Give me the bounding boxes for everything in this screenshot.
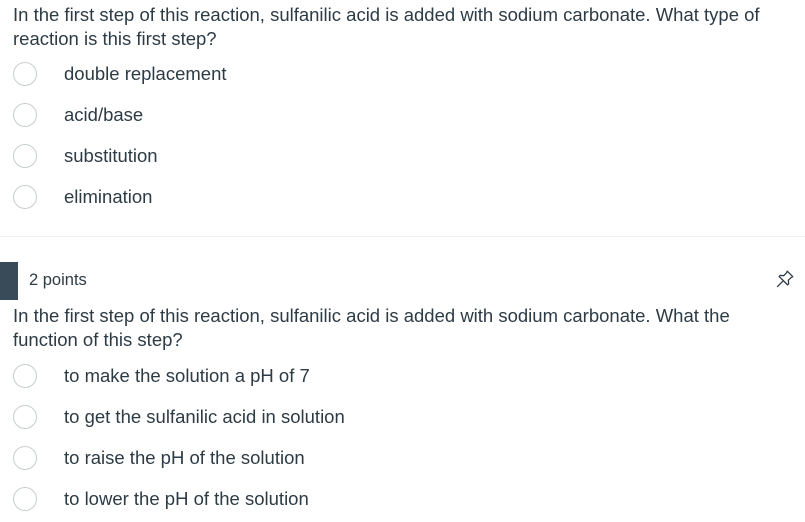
answer-label: to lower the pH of the solution bbox=[64, 488, 309, 509]
radio-button[interactable] bbox=[13, 446, 37, 470]
answer-label: acid/base bbox=[64, 104, 144, 125]
answer-option[interactable]: to get the sulfanilic acid in solution bbox=[13, 403, 345, 431]
radio-button[interactable] bbox=[13, 185, 37, 209]
answer-option[interactable]: elimination bbox=[13, 183, 152, 211]
radio-button[interactable] bbox=[13, 62, 37, 86]
question-header-marker bbox=[0, 262, 18, 300]
pin-icon[interactable] bbox=[774, 268, 796, 290]
question-text: In the first step of this reaction, sulf… bbox=[13, 305, 730, 350]
answer-label: elimination bbox=[64, 186, 153, 207]
radio-button[interactable] bbox=[13, 144, 37, 168]
answer-option[interactable]: to raise the pH of the solution bbox=[13, 444, 305, 472]
question-divider bbox=[0, 236, 805, 237]
answer-label: substitution bbox=[64, 145, 158, 166]
radio-button[interactable] bbox=[13, 103, 37, 127]
radio-button[interactable] bbox=[13, 405, 37, 429]
answer-option[interactable]: to lower the pH of the solution bbox=[13, 485, 309, 513]
answer-label: to get the sulfanilic acid in solution bbox=[64, 406, 345, 427]
answer-option[interactable]: double replacement bbox=[13, 60, 227, 88]
radio-button[interactable] bbox=[13, 487, 37, 511]
answer-option[interactable]: acid/base bbox=[13, 101, 143, 129]
answer-option[interactable]: substitution bbox=[13, 142, 158, 170]
answer-option[interactable]: to make the solution a pH of 7 bbox=[13, 362, 310, 390]
answer-label: double replacement bbox=[64, 63, 227, 84]
answer-label: to raise the pH of the solution bbox=[64, 447, 305, 468]
radio-button[interactable] bbox=[13, 364, 37, 388]
question-text: In the first step of this reaction, sulf… bbox=[13, 4, 760, 49]
answer-label: to make the solution a pH of 7 bbox=[64, 365, 310, 386]
question-points: 2 points bbox=[29, 271, 87, 289]
